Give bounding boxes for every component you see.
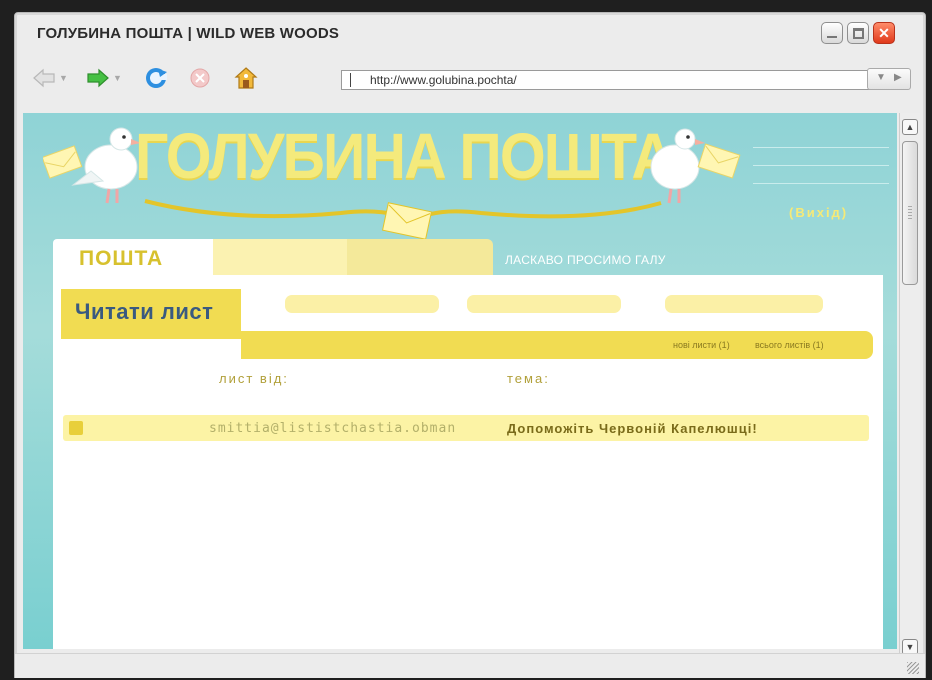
- message-subject[interactable]: Допоможіть Червоній Капелюшці!: [507, 421, 758, 436]
- decor-line: [753, 147, 889, 148]
- home-icon: [234, 67, 258, 89]
- subtab-blank-3[interactable]: [665, 295, 823, 313]
- welcome-text: ЛАСКАВО ПРОСИМО ГАЛУ: [505, 253, 666, 267]
- close-button[interactable]: [873, 22, 895, 44]
- new-letters-count[interactable]: нові листи (1): [673, 340, 730, 350]
- scroll-up-icon[interactable]: ▲: [902, 119, 918, 135]
- status-bar: [15, 653, 925, 678]
- decor-line: [753, 165, 889, 166]
- browser-window: ГОЛУБИНА ПОШТА | WILD WEB WOODS ▼ ▼ http…: [14, 12, 926, 678]
- table-row[interactable]: smittia@lististchastia.obman Допоможіть …: [63, 415, 869, 441]
- browser-toolbar: ▼ ▼ http://www.golubina.pochta/ ▼ ▶: [15, 57, 925, 99]
- back-button[interactable]: [31, 65, 57, 91]
- scroll-thumb[interactable]: [902, 141, 918, 285]
- forward-button[interactable]: [85, 65, 111, 91]
- vertical-scrollbar[interactable]: ▲ ▼: [899, 113, 920, 655]
- address-bar[interactable]: http://www.golubina.pochta/: [341, 70, 881, 90]
- forward-arrow-icon: [87, 68, 109, 88]
- subtab-blank-1[interactable]: [285, 295, 439, 313]
- site-logo: ГОЛУБИНА ПОШТА: [135, 120, 674, 192]
- refresh-icon: [146, 68, 167, 88]
- tab-read-letter[interactable]: Читати лист: [61, 289, 241, 339]
- tab-read-letter-label: Читати лист: [75, 299, 214, 324]
- nav-tab-blank-1[interactable]: [213, 239, 347, 277]
- message-from: smittia@lististchastia.obman: [209, 421, 457, 436]
- minimize-button[interactable]: [821, 22, 843, 44]
- tab-mail-label: ПОШТА: [79, 247, 164, 270]
- refresh-button[interactable]: [143, 65, 169, 91]
- logout-link[interactable]: (Вихід): [789, 205, 848, 220]
- home-button[interactable]: [233, 65, 259, 91]
- title-bar: ГОЛУБИНА ПОШТА | WILD WEB WOODS: [15, 13, 925, 55]
- resize-grip-icon[interactable]: [907, 662, 919, 674]
- stop-icon: [190, 68, 210, 88]
- back-dropdown-icon[interactable]: ▼: [59, 73, 68, 83]
- mail-panel: Читати лист нові листи (1) всього листів…: [53, 275, 883, 649]
- nav-tab-blank-2[interactable]: [347, 239, 493, 277]
- pigeon-right-icon: [650, 128, 741, 204]
- web-page: ГОЛУБИНА ПОШТА (Вихід) ПОШТА ЛАСКАВО ПРО…: [23, 113, 897, 649]
- text-cursor: [350, 73, 351, 87]
- tab-mail[interactable]: ПОШТА: [53, 239, 213, 277]
- back-arrow-icon: [33, 68, 55, 88]
- subtab-blank-2[interactable]: [467, 295, 621, 313]
- stop-button[interactable]: [187, 65, 213, 91]
- go-icon[interactable]: ▶: [894, 72, 902, 83]
- maximize-button[interactable]: [847, 22, 869, 44]
- address-url: http://www.golubina.pochta/: [370, 73, 517, 87]
- address-dropdown-icon[interactable]: ▼: [876, 72, 886, 83]
- column-from: лист від:: [219, 371, 289, 386]
- site-nav: ПОШТА ЛАСКАВО ПРОСИМО ГАЛУ: [53, 239, 883, 277]
- column-subject: тема:: [507, 371, 550, 386]
- message-checkbox[interactable]: [69, 421, 83, 435]
- go-controls[interactable]: ▼ ▶: [867, 68, 911, 90]
- forward-dropdown-icon[interactable]: ▼: [113, 73, 122, 83]
- decor-line: [753, 183, 889, 184]
- window-title: ГОЛУБИНА ПОШТА | WILD WEB WOODS: [37, 25, 340, 42]
- total-letters-count[interactable]: всього листів (1): [755, 340, 824, 350]
- swoosh-envelope-icon: [144, 199, 662, 240]
- mail-counts-bar: нові листи (1) всього листів (1): [241, 331, 873, 359]
